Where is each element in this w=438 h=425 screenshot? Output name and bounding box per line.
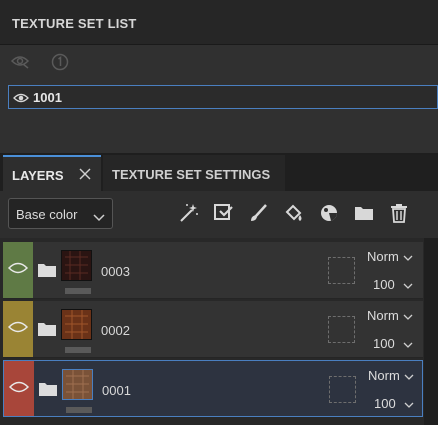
eye-visibility-icon[interactable] — [10, 53, 30, 69]
blend-mode[interactable]: Norm — [368, 368, 400, 383]
layer-name: 0003 — [101, 264, 130, 279]
layer-opacity[interactable]: 100 — [374, 396, 396, 411]
folder-icon — [38, 381, 58, 397]
layer-thumbnail — [62, 369, 93, 400]
panel-title: TEXTURE SET LIST — [12, 16, 137, 31]
panel-edge — [424, 238, 438, 425]
texture-set-list-header: TEXTURE SET LIST — [0, 0, 438, 45]
layer-mask-slot[interactable] — [328, 316, 355, 343]
layer-mask-slot[interactable] — [329, 376, 356, 403]
tab-layers[interactable]: LAYERS — [3, 155, 101, 191]
layer-opacity[interactable]: 100 — [373, 277, 395, 292]
layer-thumbnail — [61, 309, 92, 340]
channel-select[interactable]: Base color — [8, 198, 113, 229]
texture-set-item[interactable]: 1001 — [8, 85, 438, 109]
tab-texture-set-settings[interactable]: TEXTURE SET SETTINGS — [103, 155, 285, 191]
layer-row[interactable]: 0002 Norm 100 — [3, 301, 423, 358]
eye-icon — [9, 381, 29, 393]
layer-thumbnail — [61, 250, 92, 281]
layer-name: 0002 — [101, 323, 130, 338]
channel-select-value: Base color — [16, 207, 78, 222]
folder-icon — [37, 262, 57, 278]
eye-icon[interactable] — [13, 91, 29, 103]
thumbnail-bar — [65, 347, 91, 353]
layer-mask-slot[interactable] — [328, 257, 355, 284]
layer-row-selected[interactable]: 0001 Norm 100 — [3, 360, 423, 417]
thumbnail-bar — [66, 407, 92, 413]
layer-row[interactable]: 0003 Norm 100 — [3, 242, 423, 299]
paint-bucket-icon[interactable] — [283, 202, 305, 224]
smart-material-icon[interactable] — [318, 202, 340, 224]
blend-mode[interactable]: Norm — [367, 308, 399, 323]
paint-brush-icon[interactable] — [248, 202, 270, 224]
chevron-down-icon[interactable] — [403, 313, 413, 321]
magic-wand-icon[interactable] — [178, 202, 200, 224]
folder-icon[interactable] — [353, 202, 375, 224]
tab-texture-set-settings-label: TEXTURE SET SETTINGS — [112, 167, 271, 182]
chevron-down-icon[interactable] — [403, 341, 413, 349]
chevron-down-icon[interactable] — [404, 373, 414, 381]
eye-icon — [8, 262, 28, 274]
layer-visibility-toggle[interactable] — [3, 301, 33, 357]
chevron-down-icon[interactable] — [403, 282, 413, 290]
chevron-down-icon[interactable] — [403, 254, 413, 262]
layer-visibility-toggle[interactable] — [4, 361, 34, 416]
layer-visibility-toggle[interactable] — [3, 242, 33, 298]
number-one-icon[interactable] — [50, 53, 70, 71]
close-icon[interactable] — [78, 167, 92, 181]
trash-icon[interactable] — [388, 202, 410, 224]
layer-opacity[interactable]: 100 — [373, 336, 395, 351]
eye-icon — [8, 321, 28, 333]
folder-icon — [37, 321, 57, 337]
tab-layers-label: LAYERS — [12, 168, 64, 183]
layer-name: 0001 — [102, 383, 131, 398]
fill-layer-icon[interactable] — [213, 202, 235, 224]
texture-set-label: 1001 — [33, 90, 62, 105]
chevron-down-icon[interactable] — [404, 401, 414, 409]
blend-mode[interactable]: Norm — [367, 249, 399, 264]
chevron-down-icon — [93, 209, 105, 222]
thumbnail-bar — [65, 288, 91, 294]
